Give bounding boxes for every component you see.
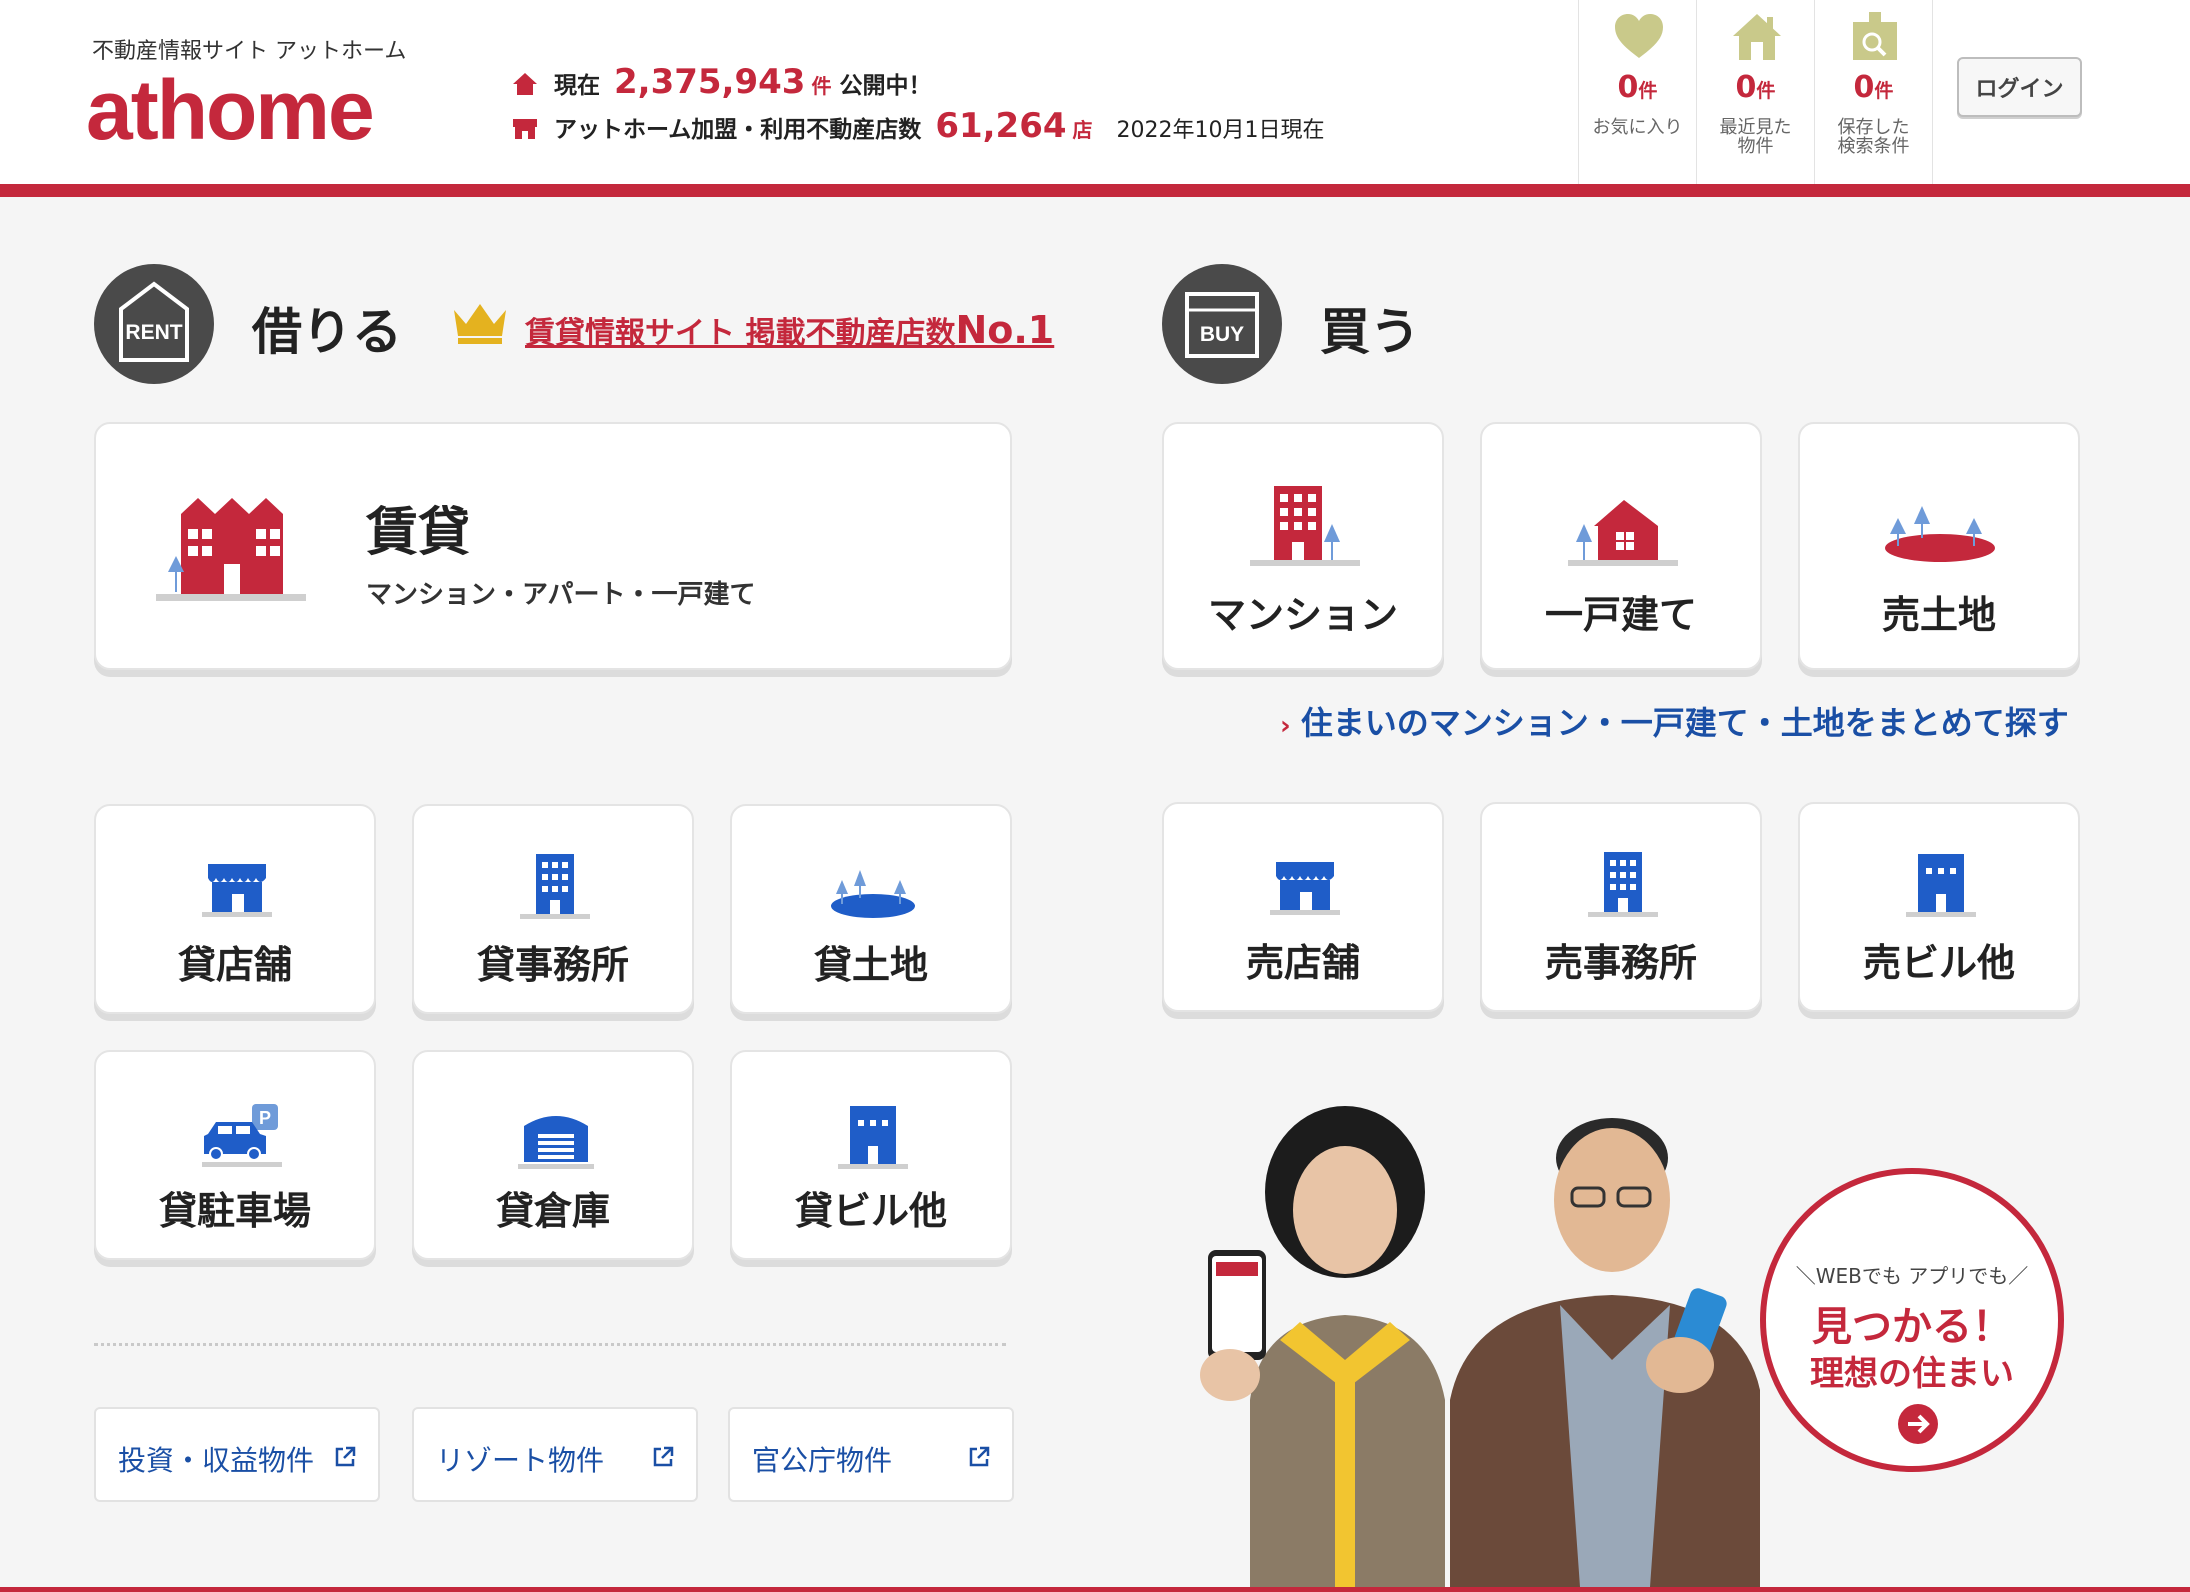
rent-parking-card[interactable]: P 貸駐車場 xyxy=(94,1050,376,1260)
header-accent-bar xyxy=(0,184,2190,197)
rent-building-card[interactable]: 貸ビル他 xyxy=(730,1050,1012,1260)
rent-badge-text: RENT xyxy=(125,321,182,344)
rent-warehouse-label: 貸倉庫 xyxy=(495,1189,610,1233)
login-button[interactable]: ログイン xyxy=(1957,57,2082,117)
buy-building-card[interactable]: 売ビル他 xyxy=(1798,802,2080,1012)
store-icon xyxy=(513,119,537,139)
rent-main-card[interactable]: 賃貸 マンション・アパート・一戸建て xyxy=(94,422,1012,670)
external-link-icon xyxy=(335,1446,356,1467)
building-icon xyxy=(838,1106,908,1169)
store-icon xyxy=(202,864,272,917)
recent-count: 0件 xyxy=(1735,70,1776,105)
rent-land-label: 貸土地 xyxy=(813,943,928,987)
athome-logo[interactable]: athome xyxy=(86,68,375,152)
buy-office-label: 売事務所 xyxy=(1544,941,1697,985)
stores-count: 61,264 xyxy=(935,106,1067,146)
buy-office-card[interactable]: 売事務所 xyxy=(1480,802,1762,1012)
stores-unit: 店 xyxy=(1072,118,1093,142)
listings-count: 2,375,943 xyxy=(614,62,806,102)
public-office-link-label: 官公庁物件 xyxy=(752,1444,893,1477)
listings-suffix: 公開中！ xyxy=(839,73,932,99)
rent-main-subtitle: マンション・アパート・一戸建て xyxy=(366,580,756,610)
rent-parking-label: 貸駐車場 xyxy=(158,1189,311,1233)
rent-building-label: 貸ビル他 xyxy=(794,1189,947,1233)
apartment-building-icon xyxy=(156,498,306,601)
rent-land-card[interactable]: 貸土地 xyxy=(730,804,1012,1014)
rent-badge: RENT xyxy=(94,264,214,384)
investment-link-label: 投資・収益物件 xyxy=(118,1444,315,1477)
stores-stat: アットホーム加盟・利用不動産店数 61,264 店 2022年10月1日現在 xyxy=(512,106,1325,146)
stores-label: アットホーム加盟・利用不動産店数 xyxy=(554,117,922,143)
buy-house-card[interactable]: 一戸建て xyxy=(1480,422,1762,670)
warehouse-icon xyxy=(518,1116,594,1169)
office-building-icon xyxy=(1588,852,1658,917)
favorites-button[interactable]: 0件 お気に入り xyxy=(1578,0,1696,184)
rent-title: 借りる xyxy=(252,303,402,361)
heart-icon xyxy=(1615,14,1663,58)
favorites-label: お気に入り xyxy=(1592,117,1683,138)
mansion-icon xyxy=(1250,486,1360,566)
buy-house-label: 一戸建て xyxy=(1544,593,1697,637)
house-icon xyxy=(513,73,537,95)
stats-date: 2022年10月1日現在 xyxy=(1116,118,1325,143)
rent-office-label: 貸事務所 xyxy=(476,943,629,987)
building-icon xyxy=(1906,854,1976,917)
investment-link[interactable]: 投資・収益物件 xyxy=(94,1407,380,1502)
recent-label: 最近見た 物件 xyxy=(1719,117,1792,157)
saved-search-button[interactable]: 0件 保存した 検索条件 xyxy=(1814,0,1932,184)
site-header: 不動産情報サイト アットホーム athome 現在 2,375,943 件 公開… xyxy=(0,0,2190,184)
footer-accent-bar xyxy=(0,1587,2190,1592)
resort-link-label: リゾート物件 xyxy=(436,1444,605,1477)
buy-badge-text: BUY xyxy=(1200,323,1244,346)
app-promo-badge[interactable]: ＼WEBでも アプリでも／ 見つかる！ 理想の住まい xyxy=(1760,1168,2064,1472)
buy-land-label: 売土地 xyxy=(1881,593,1996,637)
site-tagline: 不動産情報サイト アットホーム xyxy=(92,39,407,64)
ranking-link[interactable]: 賃貸情報サイト 掲載不動産店数No.1 xyxy=(525,308,1054,352)
saved-label: 保存した 検索条件 xyxy=(1837,117,1910,157)
listings-stat: 現在 2,375,943 件 公開中！ xyxy=(512,62,931,102)
land-icon xyxy=(831,870,915,918)
office-building-icon xyxy=(520,854,590,919)
buy-store-card[interactable]: 売店舗 xyxy=(1162,802,1444,1012)
external-link-icon xyxy=(969,1446,990,1467)
chevron-right-icon: › xyxy=(1280,711,1291,741)
buy-bag-icon: BUY xyxy=(1185,292,1259,358)
recent-button[interactable]: 0件 最近見た 物件 xyxy=(1696,0,1814,184)
rent-warehouse-card[interactable]: 貸倉庫 xyxy=(412,1050,694,1260)
buy-building-label: 売ビル他 xyxy=(1862,941,2015,985)
buy-badge: BUY xyxy=(1162,264,1282,384)
crown-icon xyxy=(454,304,506,344)
buy-land-card[interactable]: 売土地 xyxy=(1798,422,2080,670)
land-icon xyxy=(1885,506,1995,562)
house-icon xyxy=(1568,500,1678,566)
store-icon xyxy=(1270,862,1340,915)
rent-main-title: 賃貸 xyxy=(366,503,471,563)
rent-store-label: 貸店舗 xyxy=(177,943,292,987)
promo-small-text: ＼WEBでも アプリでも／ xyxy=(1795,1264,2029,1288)
listings-prefix: 現在 xyxy=(554,73,600,99)
parking-car-icon: P xyxy=(202,1104,282,1167)
rent-house-icon: RENT xyxy=(119,281,189,362)
resort-link[interactable]: リゾート物件 xyxy=(412,1407,698,1502)
buy-title: 買う xyxy=(1320,303,1420,361)
rent-store-card[interactable]: 貸店舗 xyxy=(94,804,376,1014)
svg-text:P: P xyxy=(259,1108,271,1128)
promo-headline: 見つかる！ xyxy=(1812,1304,2012,1350)
buy-mansion-label: マンション xyxy=(1207,593,1398,637)
saved-count: 0件 xyxy=(1853,70,1894,105)
rent-office-card[interactable]: 貸事務所 xyxy=(412,804,694,1014)
public-office-link[interactable]: 官公庁物件 xyxy=(728,1407,1014,1502)
buy-store-label: 売店舗 xyxy=(1245,941,1360,985)
combined-search-link[interactable]: › 住まいのマンション・一戸建て・土地をまとめて探す xyxy=(1280,698,2069,744)
buy-mansion-card[interactable]: マンション xyxy=(1162,422,1444,670)
favorites-count: 0件 xyxy=(1617,70,1658,105)
saved-search-icon xyxy=(1853,12,1897,60)
promo-subheadline: 理想の住まい xyxy=(1810,1354,2014,1394)
header-divider xyxy=(1932,0,1933,184)
external-link-icon xyxy=(653,1446,674,1467)
listings-unit: 件 xyxy=(811,74,832,98)
house-icon xyxy=(1733,14,1781,60)
section-divider xyxy=(94,1343,1006,1346)
arrow-right-icon[interactable] xyxy=(1898,1404,1938,1444)
